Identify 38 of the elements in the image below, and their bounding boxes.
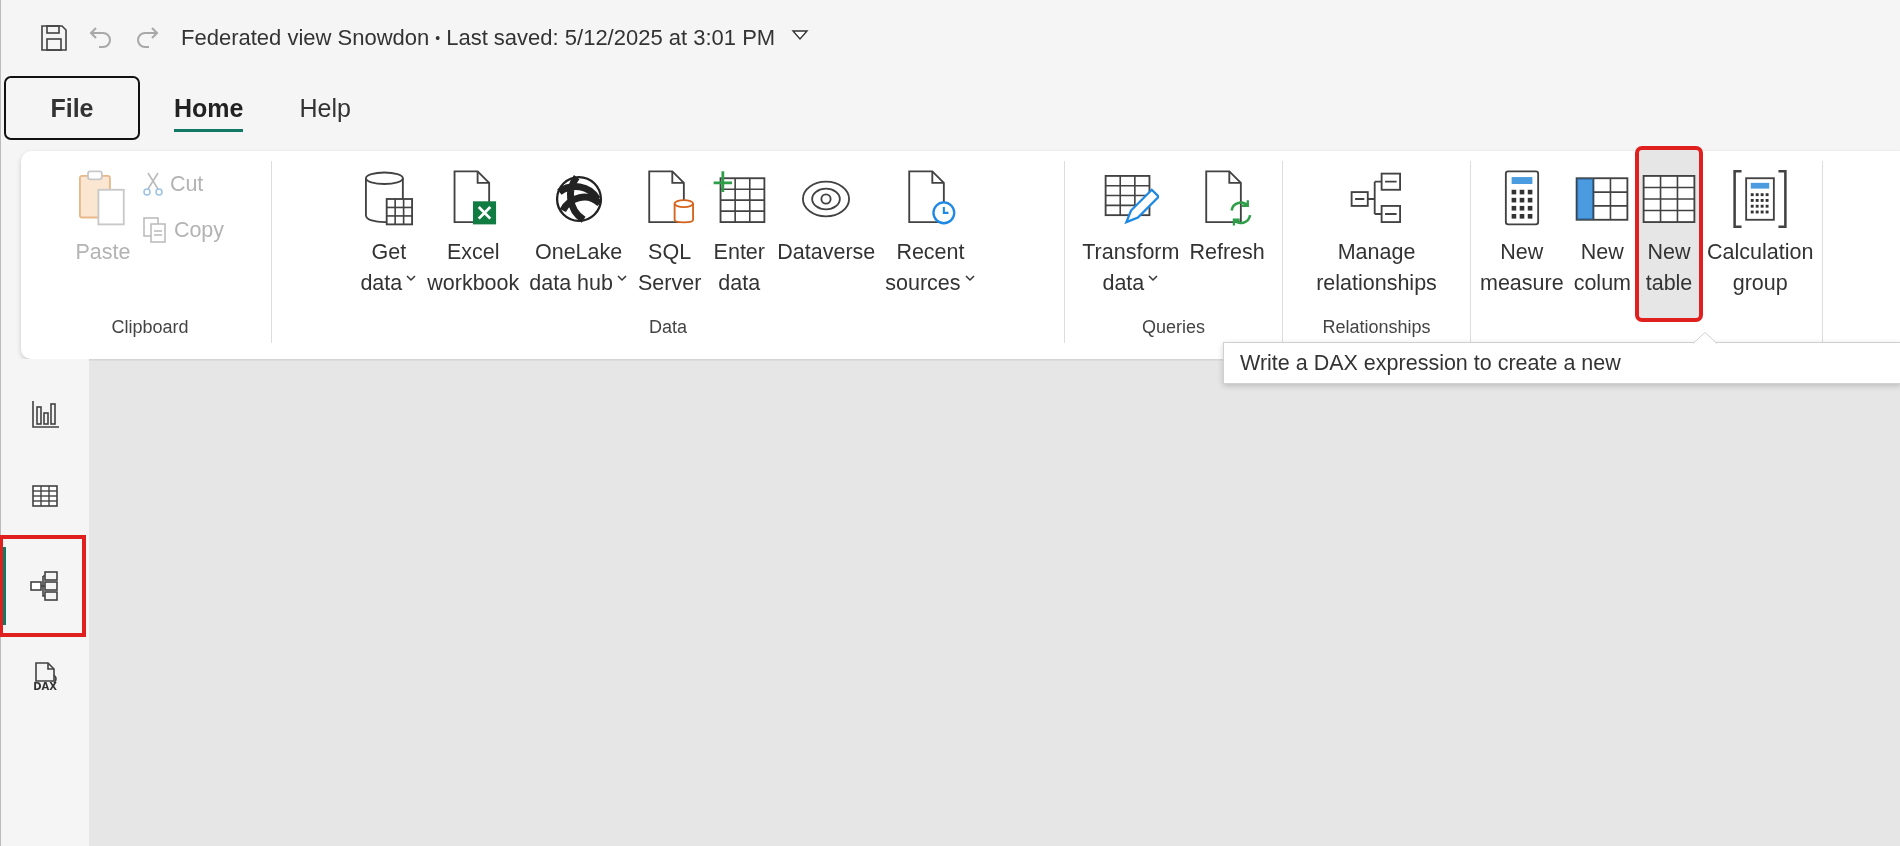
ribbon-button[interactable]: OneLake data hub xyxy=(526,161,631,311)
group-label: Data xyxy=(649,317,687,339)
ribbon-button[interactable]: Enter data xyxy=(708,161,771,311)
last-saved-text: Last saved: 5/12/2025 at 3:01 PM xyxy=(446,25,776,51)
model-view-icon xyxy=(29,570,61,602)
copy-icon xyxy=(141,216,168,244)
ribbon-button[interactable]: Recent sources xyxy=(882,161,979,311)
ribbon-button[interactable]: Manage relationships xyxy=(1313,161,1440,311)
ribbon-button[interactable]: Calculation group xyxy=(1704,161,1817,311)
ribbon-button[interactable]: Dataverse xyxy=(774,161,879,311)
view-button[interactable] xyxy=(1,537,84,635)
group-label: Clipboard xyxy=(111,317,189,339)
group-label: Relationships xyxy=(1322,317,1431,339)
save-icon xyxy=(39,23,69,53)
ribbon-button[interactable]: New colum xyxy=(1570,161,1634,311)
tooltip-pointer xyxy=(1693,332,1717,344)
chevron-down-icon xyxy=(615,274,628,282)
ribbon-button[interactable]: Get data xyxy=(357,161,421,311)
ribbon-button[interactable]: New measure xyxy=(1477,161,1567,311)
chevron-down-icon xyxy=(963,274,976,282)
ribbon-button[interactable]: Excel workbook xyxy=(424,161,523,311)
group-label: Queries xyxy=(1142,317,1205,339)
bracket-calculator-icon xyxy=(1732,169,1789,229)
ribbon-button[interactable]: SQL Server xyxy=(634,161,705,311)
caret-down-icon[interactable] xyxy=(791,29,810,41)
ribbon-button[interactable]: New table xyxy=(1638,149,1700,319)
ribbon-tab[interactable]: File xyxy=(4,76,140,140)
ribbon-button[interactable]: Refresh xyxy=(1186,161,1268,311)
chevron-down-icon xyxy=(405,274,418,282)
ribbon-tab[interactable]: Help xyxy=(277,76,373,140)
chevron-down-icon xyxy=(1147,274,1160,282)
bar-chart-icon xyxy=(30,399,60,429)
ribbon-button[interactable]: Transform data xyxy=(1079,161,1183,311)
file-name: Federated view Snowdon xyxy=(181,25,430,51)
view-button[interactable]: DAX xyxy=(1,635,84,717)
scissors-icon xyxy=(141,171,164,197)
ribbon-tab[interactable]: Home xyxy=(152,76,266,140)
separator-dot: • xyxy=(435,30,441,46)
